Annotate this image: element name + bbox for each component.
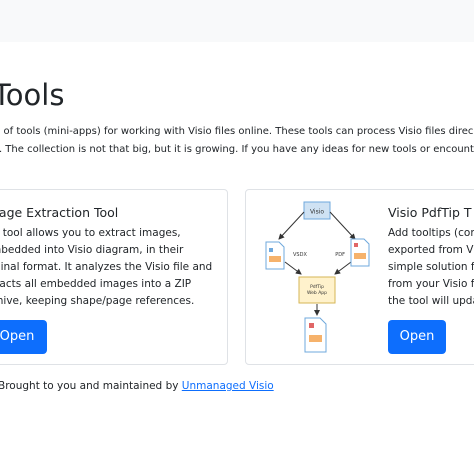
card-title: Visio PdfTip T bbox=[388, 205, 472, 220]
arrow-right-down bbox=[334, 261, 352, 275]
card-description-line: simple solution fo bbox=[388, 261, 474, 273]
vsdx-label: VSDX bbox=[293, 252, 307, 258]
footer-prefix: Brought to you and maintained by bbox=[0, 380, 182, 392]
footer-credit: Brought to you and maintained by Unmanag… bbox=[0, 378, 274, 394]
vsdx-document-icon bbox=[265, 241, 285, 270]
pdf-label: PDF bbox=[335, 252, 345, 258]
card-description-line: the tool will upda bbox=[388, 295, 474, 307]
open-button[interactable]: Open bbox=[388, 320, 446, 354]
card-description-line: chive, keeping shape/page references. bbox=[0, 295, 195, 307]
card-description-line: from your Visio fi bbox=[388, 278, 474, 290]
card-description: Add tooltips (com exported from Vis simp… bbox=[388, 225, 474, 310]
visio-box: Visio bbox=[303, 201, 331, 220]
page: Tools n of tools (mini-apps) for working… bbox=[0, 0, 474, 474]
arrow-left-down bbox=[284, 261, 302, 275]
pdf-document-icon bbox=[350, 238, 370, 267]
open-button[interactable]: Open bbox=[0, 320, 47, 354]
visio-box-label: Visio bbox=[310, 209, 324, 216]
arrow-left-up bbox=[278, 211, 305, 240]
arrow-right-up bbox=[329, 211, 356, 240]
card-description-line: Add tooltips (com bbox=[388, 227, 474, 239]
pdftip-diagram-illustration: Visio VSDX PDF PdfTip Web App bbox=[265, 201, 370, 353]
card-description-line: is tool allows you to extract images, bbox=[0, 227, 181, 239]
pdftip-web-app-box: PdfTip Web App bbox=[298, 276, 336, 304]
card-description-line: tracts all embedded images into a ZIP bbox=[0, 278, 192, 290]
intro-text: n of tools (mini-apps) for working with … bbox=[0, 123, 474, 159]
card-description: is tool allows you to extract images, mb… bbox=[0, 225, 223, 310]
card-description-line: iginal format. It analyzes the Visio fil… bbox=[0, 261, 213, 273]
tool-card-image-extraction: nage Extraction Tool is tool allows you … bbox=[0, 189, 228, 365]
card-description-line: exported from Vis bbox=[388, 244, 474, 256]
top-navbar bbox=[0, 0, 474, 42]
intro-line-2: r. The collection is not that big, but i… bbox=[0, 141, 474, 159]
tool-card-pdftip: Visio VSDX PDF PdfTip Web App Visio PdfT… bbox=[245, 189, 474, 365]
output-pdf-document-icon bbox=[304, 317, 327, 353]
pdftip-label: PdfTip bbox=[310, 284, 324, 290]
web-app-label: Web App bbox=[307, 290, 327, 296]
unmanaged-visio-link[interactable]: Unmanaged Visio bbox=[182, 380, 274, 392]
intro-line-2-text: . The collection is not that big, but it… bbox=[0, 144, 474, 155]
page-title: Tools bbox=[0, 78, 65, 112]
card-description-line: mbedded into Visio diagram, in their bbox=[0, 244, 184, 256]
card-title: nage Extraction Tool bbox=[0, 205, 119, 220]
intro-line-1: n of tools (mini-apps) for working with … bbox=[0, 126, 474, 137]
